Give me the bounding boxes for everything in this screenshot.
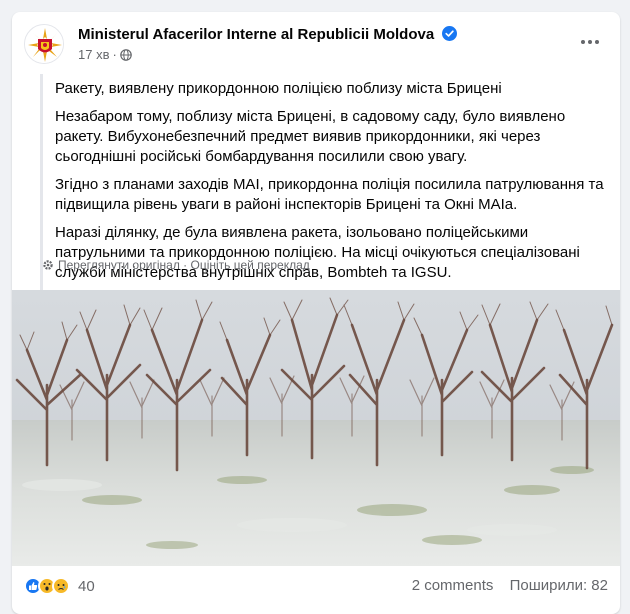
translation-controls: Переглянути оригінал · Оцініть цей перек… (42, 258, 310, 272)
meta-separator: · (112, 47, 117, 62)
sad-face-glyph (57, 584, 66, 590)
post-paragraph: Незабаром тому, поблизу міста Бриценi, в… (55, 108, 566, 165)
verified-badge-icon (442, 26, 458, 41)
post-timestamp[interactable]: 17 хв (78, 47, 109, 62)
post-paragraph: Ракету, виявлену прикордонною поліцією п… (55, 80, 502, 97)
post-card: Ministerul Afacerilor Interne al Republi… (12, 12, 620, 614)
engagement-stats: 2 comments Поширили: 82 (400, 577, 608, 594)
coat-of-arms-logo (25, 25, 63, 63)
orchard-photo (12, 290, 620, 566)
shares-count[interactable]: Поширили: 82 (510, 577, 608, 594)
rate-translation-link[interactable]: Оцініть цей переклад (191, 258, 310, 272)
post-footer: 40 2 comments Поширили: 82 (24, 576, 608, 602)
more-dot (595, 40, 599, 44)
globe-icon[interactable] (120, 49, 132, 61)
thumbs-up-glyph (29, 582, 38, 590)
translate-separator: · (183, 258, 188, 272)
page-avatar[interactable] (24, 24, 64, 64)
reaction-count[interactable]: 40 (78, 578, 95, 595)
more-dot (581, 40, 585, 44)
comments-count[interactable]: 2 comments (412, 577, 494, 594)
reaction-summary[interactable]: 40 (24, 576, 95, 596)
post-meta: 17 хв · (78, 47, 132, 62)
page-name[interactable]: Ministerul Afacerilor Interne al Republi… (78, 26, 458, 43)
sad-reaction-icon (52, 577, 70, 595)
more-options-button[interactable] (576, 28, 604, 56)
post-paragraph: Згідно з планами заходів МАІ, прикордонн… (55, 176, 604, 213)
post-header: Ministerul Afacerilor Interne al Republi… (24, 24, 608, 68)
more-dot (588, 40, 592, 44)
author-name[interactable]: Ministerul Afacerilor Interne al Republi… (78, 26, 434, 43)
gear-icon[interactable] (42, 259, 54, 271)
post-paragraph: Наразі ділянку, де була виявлена ракета,… (55, 224, 580, 281)
see-original-link[interactable]: Переглянути оригінал (58, 258, 180, 272)
post-photo[interactable] (12, 290, 620, 566)
